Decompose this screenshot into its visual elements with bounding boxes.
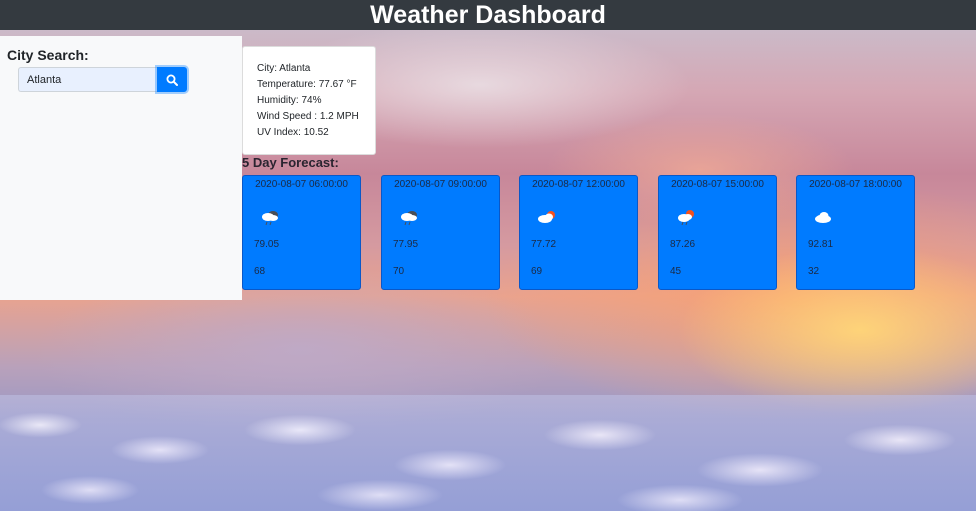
- forecast-date: 2020-08-07 09:00:00: [394, 179, 487, 190]
- forecast-temperature: 77.95: [393, 239, 419, 250]
- partly-cloudy-icon: [538, 211, 555, 223]
- city-search-input[interactable]: [18, 67, 158, 92]
- rain-cloud-icon: [262, 211, 278, 226]
- city-search-panel: City Search:: [0, 36, 242, 300]
- forecast-humidity: 32: [808, 266, 820, 277]
- forecast-card: 2020-08-07 06:00:00 79.05 68: [242, 175, 361, 290]
- current-humidity: Humidity: 74%: [257, 95, 322, 106]
- forecast-temperature: 79.05: [254, 239, 280, 250]
- forecast-date: 2020-08-07 18:00:00: [809, 179, 902, 190]
- current-city: City: Atlanta: [257, 63, 311, 74]
- search-button[interactable]: [157, 67, 187, 92]
- city-search-title: City Search:: [7, 47, 89, 63]
- cloud-layer: [0, 395, 976, 511]
- forecast-date: 2020-08-07 12:00:00: [532, 179, 625, 190]
- cloud-icon: [815, 212, 831, 223]
- forecast-date: 2020-08-07 06:00:00: [255, 179, 348, 190]
- forecast-temperature: 77.72: [531, 239, 557, 250]
- current-uv-index: UV Index: 10.52: [257, 127, 329, 138]
- page-header: Weather Dashboard: [0, 0, 976, 30]
- forecast-humidity: 68: [254, 266, 266, 277]
- current-wind-speed: Wind Speed : 1.2 MPH: [257, 111, 359, 122]
- sun-rain-cloud-icon: [678, 210, 694, 226]
- current-weather-card: City: Atlanta Temperature: 77.67 °F Humi…: [242, 46, 376, 155]
- forecast-humidity: 69: [531, 266, 543, 277]
- forecast-date: 2020-08-07 15:00:00: [671, 179, 764, 190]
- forecast-humidity: 70: [393, 266, 405, 277]
- forecast-title: 5 Day Forecast:: [242, 155, 339, 170]
- forecast-temperature: 92.81: [808, 239, 834, 250]
- rain-cloud-icon: [401, 211, 417, 226]
- forecast-card: 2020-08-07 09:00:00 77.95 70: [381, 175, 500, 290]
- forecast-temperature: 87.26: [670, 239, 696, 250]
- search-icon: [166, 74, 178, 86]
- current-temperature: Temperature: 77.67 °F: [257, 79, 357, 90]
- forecast-card: 2020-08-07 12:00:00 77.72 69: [519, 175, 638, 290]
- forecast-card: 2020-08-07 15:00:00 87.26 45: [658, 175, 777, 290]
- page-title: Weather Dashboard: [370, 1, 606, 29]
- forecast-humidity: 45: [670, 266, 682, 277]
- forecast-card: 2020-08-07 18:00:00 92.81 32: [796, 175, 915, 290]
